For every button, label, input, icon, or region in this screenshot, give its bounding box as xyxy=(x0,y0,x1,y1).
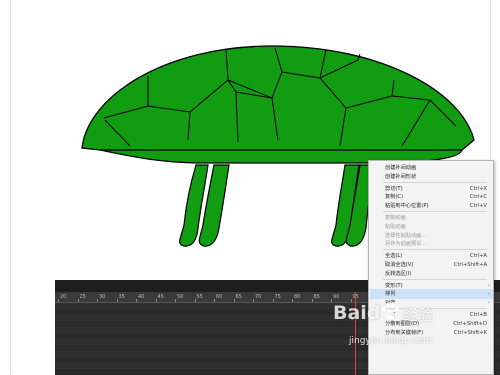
ruler-tick xyxy=(116,299,118,302)
ruler-label: 20 xyxy=(60,294,67,300)
menu-item-label: 另存为动画预设... xyxy=(385,241,427,248)
menu-item[interactable]: 粘贴到中心位置(P) Ctrl+V xyxy=(370,201,493,211)
ruler-label: 65 xyxy=(235,294,242,300)
menu-separator xyxy=(383,249,487,251)
ruler-tick xyxy=(311,299,313,302)
ruler-tick xyxy=(331,299,332,302)
menu-item[interactable]: 创建补间形状 xyxy=(370,172,493,182)
ruler-label: 85 xyxy=(313,294,320,300)
ruler-tick xyxy=(58,299,59,302)
menu-item-label: 粘贴到中心位置(P) xyxy=(385,203,429,210)
watermark-url: jingyan.baidu.com xyxy=(349,336,433,346)
menu-item-label: 反转选区(I) xyxy=(385,270,412,277)
ruler-tick xyxy=(272,299,274,302)
ruler-label: 25 xyxy=(79,294,86,300)
canvas-stage[interactable]: 20253035404550556065707580859095 创建补间动画创… xyxy=(0,0,500,375)
ruler-tick xyxy=(292,299,293,302)
menu-item-shortcut: Ctrl+V xyxy=(469,203,487,210)
ruler-label: 30 xyxy=(99,294,106,300)
menu-item: 另存为动画预设... xyxy=(370,239,493,249)
ruler-label: 35 xyxy=(118,294,125,300)
menu-item-label: 创建补间形状 xyxy=(385,173,417,180)
ruler-tick xyxy=(155,299,157,302)
ruler-tick xyxy=(253,299,254,302)
ruler-label: 40 xyxy=(138,294,145,300)
menu-item[interactable]: 反转选区(I) xyxy=(370,269,493,279)
menu-separator xyxy=(383,181,487,183)
ruler-tick xyxy=(97,299,98,302)
turtle-legs xyxy=(179,164,375,247)
ruler-tick xyxy=(194,299,196,302)
ruler-label: 80 xyxy=(294,294,301,300)
watermark-logo: Baid xyxy=(333,302,381,324)
ruler-label: 55 xyxy=(196,294,203,300)
ruler-tick xyxy=(77,299,79,302)
watermark-text: 经验 xyxy=(403,306,434,324)
paw-icon xyxy=(382,302,399,320)
ruler-label: 60 xyxy=(216,294,223,300)
menu-separator xyxy=(383,278,487,280)
ruler-tick xyxy=(175,299,176,302)
ruler-label: 70 xyxy=(255,294,262,300)
ruler-tick xyxy=(214,299,215,302)
ruler-tick xyxy=(233,299,235,302)
ruler-label: 75 xyxy=(274,294,281,300)
ruler-label: 45 xyxy=(157,294,164,300)
ruler-label: 50 xyxy=(177,294,184,300)
baidu-jingyan-watermark: Baid 经验 jingyan.baidu.com xyxy=(333,298,493,358)
ruler-tick xyxy=(136,299,137,302)
menu-separator xyxy=(383,211,487,212)
